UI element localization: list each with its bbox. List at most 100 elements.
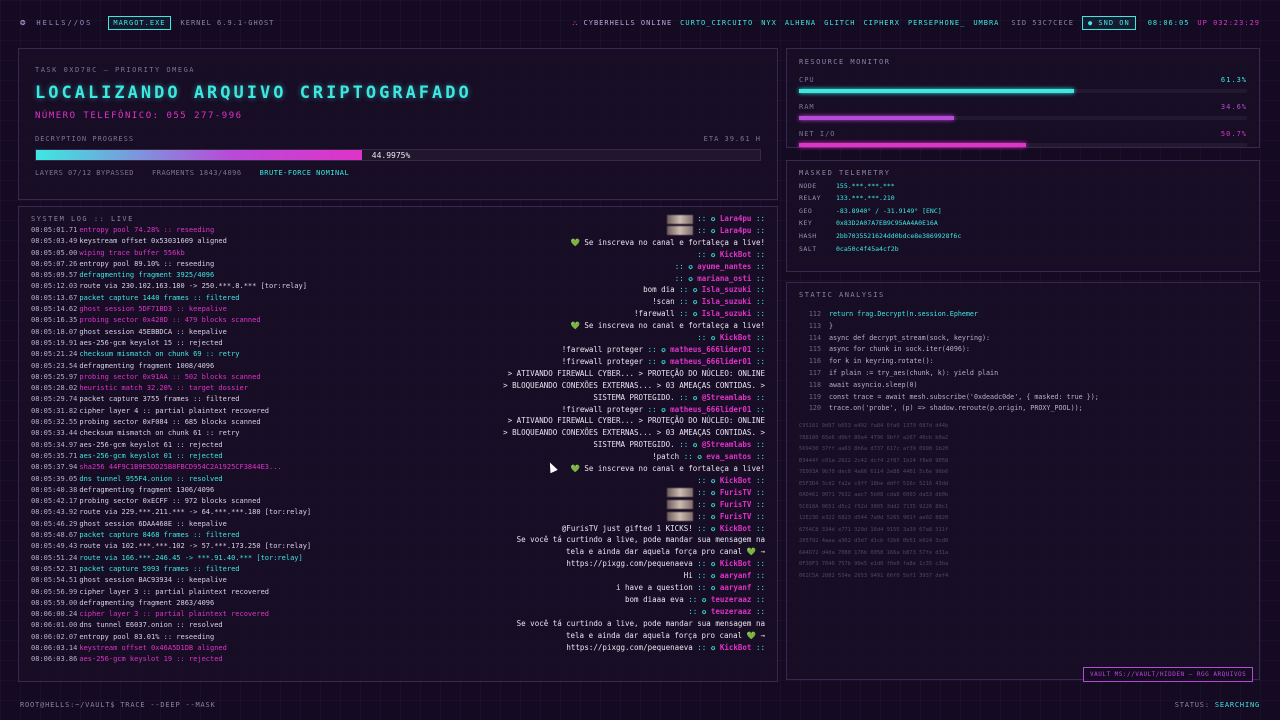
chat-username[interactable]: aaryanf bbox=[720, 583, 752, 592]
chat-badge-icon: :: ✪ bbox=[692, 571, 720, 581]
chat-message: tela e ainda dar aquela força pro canal … bbox=[465, 630, 765, 642]
resource-bar bbox=[799, 116, 1247, 120]
chat-badge-icon: :: ✪ bbox=[674, 392, 702, 402]
chat-username[interactable]: KickBot bbox=[720, 333, 752, 342]
chat-separator: :: bbox=[751, 571, 765, 581]
chat-separator: :: bbox=[751, 583, 765, 593]
static-analysis-panel[interactable]: STATIC ANALYSIS 112 return frag.Decrypt(n… bbox=[786, 282, 1260, 680]
chat-username[interactable]: FurisTV bbox=[720, 500, 752, 509]
resource-percent: 50.7% bbox=[1220, 130, 1247, 138]
chat-username[interactable]: teuzeraaz bbox=[711, 595, 752, 604]
chat-separator: :: bbox=[751, 499, 765, 509]
chat-username[interactable]: Lara4pu bbox=[720, 214, 752, 223]
chat-message: i have a question :: ✪ aaryanf :: bbox=[465, 582, 765, 594]
chat-username[interactable]: FurisTV bbox=[720, 488, 752, 497]
chat-message: :: ✪ Lara4pu :: bbox=[465, 213, 765, 225]
top-bar: ❂ HELLS//OS MARGOT.EXE KERNEL 6.9.1-GHOS… bbox=[0, 0, 1280, 46]
chat-username[interactable]: @Streamlabs bbox=[702, 440, 752, 449]
status-value: SEARCHING bbox=[1214, 701, 1260, 709]
chat-username[interactable]: KickBot bbox=[720, 524, 752, 533]
online-user[interactable]: NYX bbox=[761, 19, 777, 27]
group-icon: ⛬ bbox=[572, 18, 579, 27]
log-message: route via 230.102.163.180 -> 250.***.8.*… bbox=[79, 282, 307, 291]
chat-username[interactable]: KickBot bbox=[720, 559, 752, 568]
chat-badge-icon: :: ✪ bbox=[697, 511, 720, 521]
code-listing: 112 return frag.Decrypt(n.session.Ephemer… bbox=[799, 309, 1247, 415]
log-timestamp: 08:05:51.24 bbox=[31, 553, 78, 562]
hex-row: 062C5A 2082 534e 2653 9491 66f0 5bf1 393… bbox=[799, 572, 949, 579]
chat-message: > BLOQUEANDO CONEXÕES EXTERNAS... > 03 A… bbox=[465, 427, 765, 439]
code-line: 117 if plain := try_aes(chunk, k): yield … bbox=[799, 368, 1247, 380]
chat-username[interactable]: aaryanf bbox=[720, 571, 752, 580]
chat-username[interactable]: mariana_osti bbox=[697, 274, 751, 283]
online-user[interactable]: PERSEPHONE_ bbox=[908, 19, 965, 27]
chat-username[interactable]: matheus_666lider01 bbox=[670, 345, 751, 354]
telemetry-panel: MASKED TELEMETRY NODE 155.***.***.*** RELA… bbox=[786, 160, 1260, 272]
bruteforce-status: BRUTE-FORCE NOMINAL bbox=[259, 169, 350, 177]
chat-username[interactable]: Isla_suzuki bbox=[702, 285, 752, 294]
status-indicator: STATUS: SEARCHING bbox=[1175, 701, 1260, 709]
top-bar-right: ⛬ CYBERHELLS ONLINE CURTO_CIRCUITO NYX A… bbox=[572, 16, 1260, 30]
log-timestamp: 08:05:13.67 bbox=[31, 293, 78, 302]
log-message: route via 102.***.***.102 -> 57.***.173.… bbox=[79, 542, 312, 551]
chat-username[interactable]: Lara4pu bbox=[720, 226, 752, 235]
chat-username[interactable]: FurisTV bbox=[720, 512, 752, 521]
code-line: 116 for k in keyring.rotate(): bbox=[799, 356, 1247, 368]
code-source: await asyncio.sleep(0) bbox=[829, 380, 918, 389]
log-message: checksum mismatch on chunk 61 :: retry bbox=[79, 429, 240, 438]
chat-username[interactable]: KickBot bbox=[720, 250, 752, 259]
online-user[interactable]: UMBRA bbox=[973, 19, 999, 27]
vault-path-badge[interactable]: VAULT MS://VAULT/HIDDEN — RGG ARQUIVOS bbox=[1083, 667, 1254, 682]
clock: 08:06:05 bbox=[1147, 19, 1190, 27]
terminal-prompt[interactable]: ROOT@HELLS:~/VAULT$ TRACE --DEEP --MASK bbox=[20, 701, 216, 709]
resource-bar-fill bbox=[799, 89, 1074, 93]
chat-message: !firewall proteger :: ✪ matheus_666lider… bbox=[465, 356, 765, 368]
resource-monitor-panel: RESOURCE MONITOR CPU 61.3% RAM 34.6% NET I/O… bbox=[786, 48, 1260, 148]
log-timestamp: 08:05:40.38 bbox=[31, 485, 78, 494]
line-number: 119 bbox=[808, 392, 821, 401]
process-tag[interactable]: MARGOT.EXE bbox=[108, 16, 171, 30]
hex-row: B3444f c01a 2622 2c42 dcf4 2f87 1b24 f8e… bbox=[799, 457, 949, 464]
chat-text: Se inscreva no canal e fortaleça a live! bbox=[584, 237, 765, 247]
log-timestamp: 08:05:48.67 bbox=[31, 531, 78, 540]
chat-username[interactable]: Isla_suzuki bbox=[702, 297, 752, 306]
chat-text: SISTEMA PROTEGIDO. bbox=[593, 440, 675, 450]
chat-username[interactable]: ayume_nantes bbox=[697, 262, 751, 271]
code-source: async def decrypt_stream(sock, keyring): bbox=[829, 333, 991, 342]
sound-toggle[interactable]: ● SND ON bbox=[1081, 16, 1136, 30]
chat-text: bom diaaa eva bbox=[625, 595, 684, 604]
online-user[interactable]: CIPHERX bbox=[863, 19, 900, 27]
chat-separator: :: bbox=[751, 285, 765, 295]
chat-username[interactable]: matheus_666lider01 bbox=[670, 357, 751, 366]
chat-username[interactable]: @Streamlabs bbox=[702, 393, 752, 402]
telemetry-value: 155.***.***.*** bbox=[836, 181, 895, 190]
chat-message: SISTEMA PROTEGIDO. :: ✪ @Streamlabs :: bbox=[465, 392, 765, 404]
log-timestamp: 08:05:03.49 bbox=[31, 237, 78, 246]
online-user[interactable]: GLITCH bbox=[824, 19, 855, 27]
code-source: trace.on('probe', (p) => shadow.reroute(… bbox=[829, 404, 1083, 413]
online-user[interactable]: CURTO_CIRCUITO bbox=[680, 19, 753, 27]
heart-icon: 💚 bbox=[570, 321, 585, 331]
os-logo-icon: ❂ bbox=[20, 18, 27, 28]
chat-overlay: :: ✪ Lara4pu :: :: ✪ Lara4pu :: 💚 Se insc… bbox=[465, 213, 765, 654]
log-message: packet capture 8468 frames :: filtered bbox=[79, 531, 240, 540]
chat-text: Se inscreva no canal e fortaleça a live! bbox=[584, 464, 765, 474]
code-line: 112 return frag.Decrypt(n.session.Ephemer bbox=[799, 309, 1247, 321]
chat-username[interactable]: matheus_666lider01 bbox=[670, 405, 751, 414]
log-message: route via 229.***.211.*** -> 64.***.***.… bbox=[79, 508, 312, 517]
online-user[interactable]: ALHENA bbox=[785, 19, 816, 27]
log-message: probing sector 0x91AA :: 502 blocks scan… bbox=[79, 372, 261, 381]
resource-header: RAM 34.6% bbox=[799, 103, 1247, 111]
chat-username[interactable]: Isla_suzuki bbox=[702, 309, 752, 318]
log-timestamp: 08:05:25.97 bbox=[31, 372, 78, 381]
chat-username[interactable]: teuzeraaz bbox=[711, 607, 752, 616]
chat-message: :: ✪ FurisTV :: bbox=[465, 511, 765, 523]
hex-row: 6A4D72 d4da 7080 176b 0058 166a b873 57f… bbox=[799, 549, 949, 556]
chat-message: @FurisTV just gifted 1 KICKS! :: ✪ KickB… bbox=[465, 523, 765, 535]
chat-badge-icon: :: ✪ bbox=[697, 225, 720, 235]
chat-username[interactable]: KickBot bbox=[720, 476, 752, 485]
chat-username[interactable]: eva_santos bbox=[706, 452, 751, 461]
chat-username[interactable]: KickBot bbox=[720, 643, 752, 652]
log-timestamp: 08:05:33.44 bbox=[31, 429, 78, 438]
system-log-panel[interactable]: SYSTEM LOG :: LIVE 08:05:01.71 entropy po… bbox=[18, 206, 778, 682]
